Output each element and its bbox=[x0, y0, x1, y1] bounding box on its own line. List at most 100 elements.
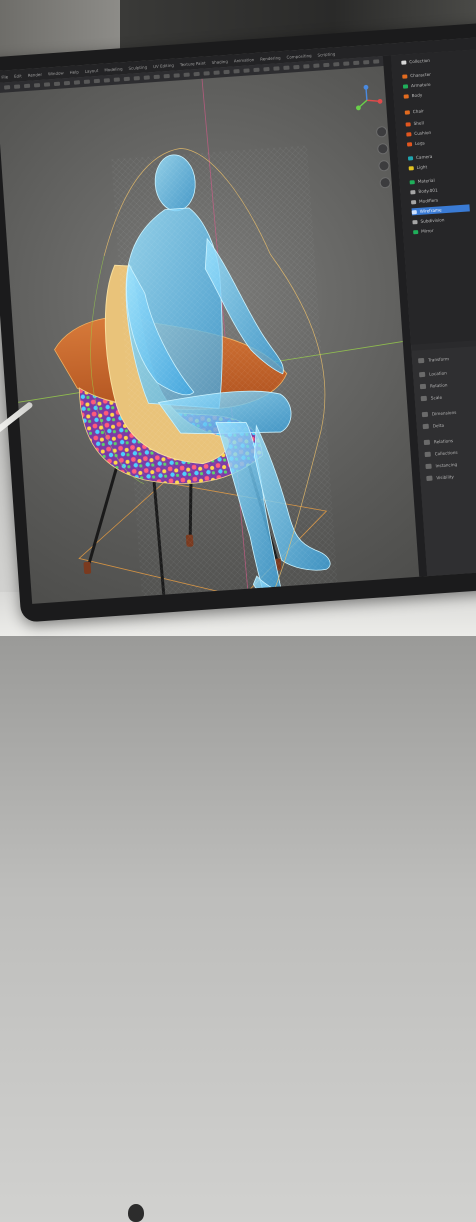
dock-app-icon[interactable] bbox=[180, 597, 186, 603]
tool-icon[interactable] bbox=[333, 62, 339, 66]
zoom-icon[interactable] bbox=[376, 126, 388, 138]
outliner-item[interactable]: Legs bbox=[407, 139, 425, 147]
dock-app-icon[interactable] bbox=[132, 600, 138, 603]
properties-row[interactable]: Delta bbox=[422, 421, 444, 430]
pan-icon[interactable] bbox=[377, 143, 389, 155]
tool-icon[interactable] bbox=[64, 81, 70, 85]
axis-gizmo-icon[interactable] bbox=[349, 82, 385, 118]
tool-icon[interactable] bbox=[283, 66, 289, 70]
outliner-item[interactable]: Body.001 bbox=[410, 187, 438, 196]
outliner-item[interactable]: Light bbox=[408, 163, 427, 171]
dock-app-icon[interactable] bbox=[124, 601, 130, 604]
camera-icon[interactable] bbox=[378, 160, 390, 172]
tool-icon[interactable] bbox=[14, 84, 20, 88]
dock-app-icon[interactable] bbox=[172, 598, 178, 604]
3d-viewport[interactable] bbox=[0, 66, 421, 604]
menu-item[interactable]: Texture Paint bbox=[180, 60, 206, 67]
tool-icon[interactable] bbox=[263, 67, 269, 71]
menu-item[interactable]: Modeling bbox=[104, 66, 123, 72]
dock-app-icon[interactable] bbox=[108, 602, 114, 604]
properties-row[interactable]: Dimensions bbox=[422, 408, 457, 418]
outliner-item[interactable]: Collection bbox=[401, 57, 430, 66]
dock-app-icon[interactable] bbox=[212, 595, 218, 601]
tool-icon[interactable] bbox=[124, 77, 130, 81]
tool-icon[interactable] bbox=[4, 85, 10, 89]
dock-app-icon[interactable] bbox=[116, 602, 122, 604]
tool-icon[interactable] bbox=[54, 82, 60, 86]
outliner-item[interactable]: Body bbox=[403, 91, 422, 99]
dock-app-icon[interactable] bbox=[100, 603, 106, 604]
tool-icon[interactable] bbox=[104, 78, 110, 82]
tool-icon[interactable] bbox=[273, 66, 279, 70]
tool-icon[interactable] bbox=[184, 73, 190, 77]
dock-app-icon[interactable] bbox=[92, 603, 98, 604]
properties-row[interactable]: Location bbox=[419, 368, 447, 378]
outliner-item[interactable]: Armature bbox=[403, 81, 431, 90]
menu-item[interactable]: Window bbox=[48, 70, 64, 76]
menu-item[interactable]: Sculpting bbox=[128, 64, 147, 70]
menu-item[interactable]: Render bbox=[28, 71, 43, 77]
tool-icon[interactable] bbox=[94, 79, 100, 83]
tool-icon[interactable] bbox=[253, 68, 259, 72]
tool-icon[interactable] bbox=[243, 68, 249, 72]
dock-app-icon[interactable] bbox=[228, 594, 234, 600]
tool-icon[interactable] bbox=[24, 84, 30, 88]
outliner-item-selected[interactable]: Wireframe bbox=[412, 204, 470, 215]
dock-app-icon[interactable] bbox=[164, 598, 170, 604]
tool-icon[interactable] bbox=[373, 59, 379, 63]
menu-item[interactable]: Edit bbox=[14, 73, 22, 79]
tool-icon[interactable] bbox=[34, 83, 40, 87]
tool-icon[interactable] bbox=[144, 75, 150, 79]
tool-icon[interactable] bbox=[203, 71, 209, 75]
dock-app-icon[interactable] bbox=[188, 597, 194, 603]
properties-row[interactable]: Rotation bbox=[420, 380, 448, 390]
tool-icon[interactable] bbox=[353, 61, 359, 65]
properties-row[interactable]: Scale bbox=[421, 393, 443, 402]
dock-app-icon[interactable] bbox=[220, 594, 226, 600]
menu-item[interactable]: File bbox=[1, 74, 8, 79]
menu-item[interactable]: Scripting bbox=[317, 51, 335, 57]
outliner-item[interactable]: Cushion bbox=[406, 129, 431, 138]
tool-icon[interactable] bbox=[303, 64, 309, 68]
dock-app-icon[interactable] bbox=[236, 593, 242, 599]
tool-icon[interactable] bbox=[223, 70, 229, 74]
tool-icon[interactable] bbox=[174, 73, 180, 77]
menu-item[interactable]: Help bbox=[69, 69, 78, 75]
dock-app-icon[interactable] bbox=[244, 593, 250, 599]
menu-item[interactable]: Shading bbox=[211, 58, 228, 64]
properties-row[interactable]: Visibility bbox=[426, 472, 454, 482]
properties-row[interactable]: Relations bbox=[424, 436, 454, 446]
tool-icon[interactable] bbox=[293, 65, 299, 69]
tool-icon[interactable] bbox=[233, 69, 239, 73]
tool-icon[interactable] bbox=[44, 82, 50, 86]
menu-item[interactable]: UV Editing bbox=[153, 62, 174, 68]
properties-row[interactable]: Instancing bbox=[425, 460, 457, 470]
outliner-item[interactable]: Material bbox=[409, 177, 434, 186]
tool-icon[interactable] bbox=[134, 76, 140, 80]
grid-icon[interactable] bbox=[379, 177, 391, 189]
tool-icon[interactable] bbox=[213, 70, 219, 74]
tool-icon[interactable] bbox=[323, 63, 329, 67]
tool-icon[interactable] bbox=[363, 60, 369, 64]
tool-icon[interactable] bbox=[164, 74, 170, 78]
dock-app-icon[interactable] bbox=[148, 599, 154, 604]
tool-icon[interactable] bbox=[313, 63, 319, 67]
tool-icon[interactable] bbox=[343, 61, 349, 65]
outliner-item[interactable]: Shell bbox=[405, 119, 424, 127]
tool-icon[interactable] bbox=[154, 75, 160, 79]
menu-item[interactable]: Animation bbox=[234, 57, 255, 63]
outliner-item[interactable]: Mirror bbox=[413, 227, 434, 235]
menu-item[interactable]: Layout bbox=[85, 67, 99, 73]
tool-icon[interactable] bbox=[84, 80, 90, 84]
tool-icon[interactable] bbox=[74, 80, 80, 84]
menu-item[interactable]: Compositing bbox=[286, 53, 311, 60]
tool-icon[interactable] bbox=[114, 77, 120, 81]
dock-app-icon[interactable] bbox=[156, 599, 162, 604]
outliner-item[interactable]: Modifiers bbox=[411, 197, 439, 206]
dock-app-icon[interactable] bbox=[204, 595, 210, 601]
dock-app-icon[interactable] bbox=[140, 600, 146, 604]
dock-app-icon[interactable] bbox=[196, 596, 202, 602]
outliner-item[interactable]: Subdivision bbox=[412, 216, 444, 225]
outliner-item[interactable]: Chair bbox=[405, 107, 424, 115]
outliner-item[interactable]: Character bbox=[402, 71, 431, 80]
